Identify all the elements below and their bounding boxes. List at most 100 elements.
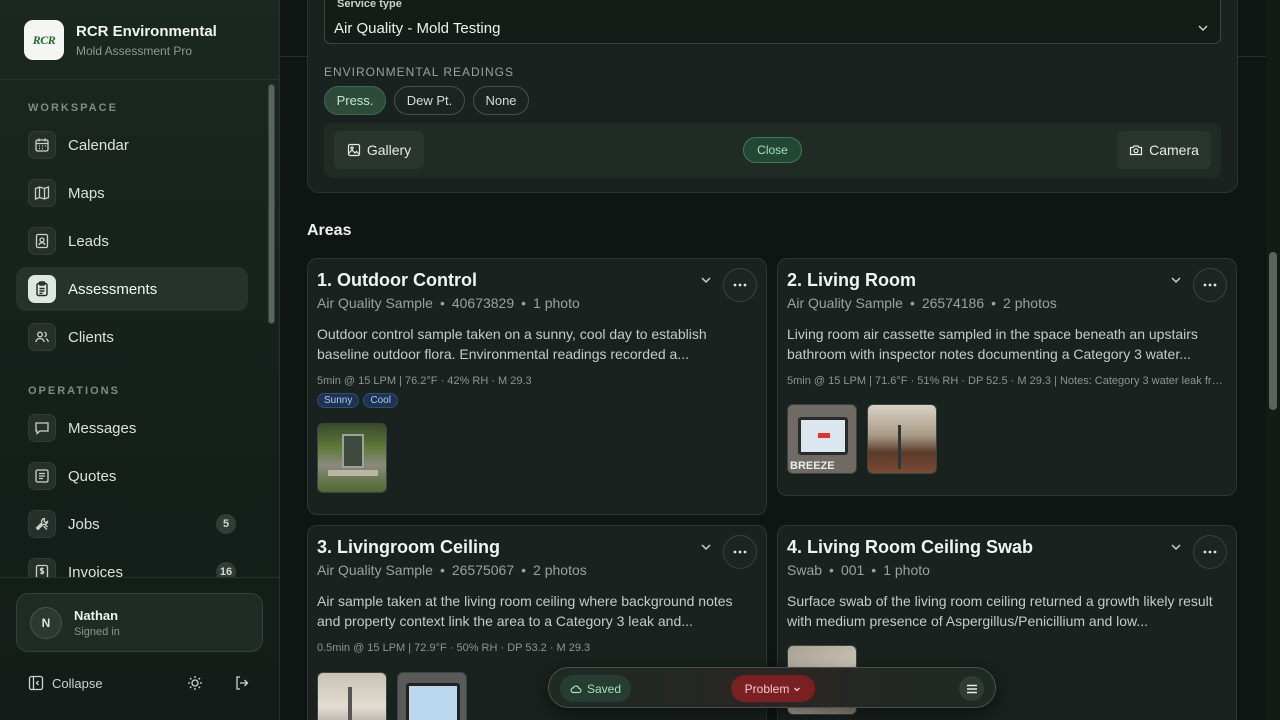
area-card[interactable]: 2. Living Room Air Quality Sample • 265741… <box>777 258 1237 496</box>
user-name: Nathan <box>74 607 119 623</box>
tag: Cool <box>363 393 398 408</box>
sidebar-item-quotes[interactable]: Quotes <box>16 454 248 498</box>
chevron-down-icon[interactable] <box>699 273 713 287</box>
user-status: Signed in <box>74 625 120 638</box>
chip-pressure[interactable]: Press. <box>324 86 386 115</box>
receipt-icon <box>28 462 56 490</box>
area-meta: Swab • 001 • 1 photo <box>787 562 930 578</box>
more-options-button[interactable] <box>723 535 757 569</box>
ellipsis-icon <box>733 283 747 287</box>
area-tags: Sunny Cool <box>317 393 402 408</box>
chevron-down-icon <box>794 687 801 691</box>
sidebar-item-label: Clients <box>68 328 114 346</box>
map-icon <box>28 179 56 207</box>
area-title: 4. Living Room Ceiling Swab <box>787 537 1034 557</box>
service-type-select[interactable]: Service type Air Quality - Mold Testing <box>324 0 1221 44</box>
area-meta: Air Quality Sample • 40673829 • 1 photo <box>317 295 580 311</box>
saved-status-pill: Saved <box>560 675 631 702</box>
invoices-count-badge: 16 <box>216 562 236 577</box>
sidebar-item-label: Quotes <box>68 467 117 485</box>
sidebar-item-label: Calendar <box>68 136 129 154</box>
sidebar: RCR RCR Environmental Mold Assessment Pr… <box>0 0 280 720</box>
service-type-value: Air Quality - Mold Testing <box>334 20 501 37</box>
area-description: Air sample taken at the living room ceil… <box>317 593 733 629</box>
contact-card-icon <box>28 227 56 255</box>
saved-label: Saved <box>586 681 622 696</box>
area-photo-thumbnail[interactable] <box>317 672 387 720</box>
photo-count: 1 photo <box>883 562 930 578</box>
chip-dew-point[interactable]: Dew Pt. <box>394 86 465 115</box>
sign-out-button[interactable] <box>234 675 252 693</box>
area-photo-thumbnail[interactable] <box>317 423 387 493</box>
areas-heading: Areas <box>307 222 352 239</box>
camera-icon <box>1129 145 1143 156</box>
ellipsis-icon <box>1203 283 1217 287</box>
floating-status-bar: Saved Problem <box>548 667 996 708</box>
service-type-label: Service type <box>337 0 402 10</box>
area-card[interactable]: 1. Outdoor Control Air Quality Sample • 40… <box>307 258 767 515</box>
invoice-icon <box>28 558 56 577</box>
sidebar-item-clients[interactable]: Clients <box>16 315 248 359</box>
close-button[interactable]: Close <box>743 137 802 163</box>
theme-toggle-button[interactable] <box>187 675 205 693</box>
sidebar-item-label: Invoices <box>68 563 124 578</box>
sidebar-item-messages[interactable]: Messages <box>16 406 248 450</box>
brand-subtitle: Mold Assessment Pro <box>76 43 193 58</box>
brand-logo: RCR <box>24 20 64 60</box>
sidebar-item-maps[interactable]: Maps <box>16 171 248 215</box>
section-title-operations: OPERATIONS <box>28 385 120 397</box>
problem-label: Problem <box>744 681 790 696</box>
area-readings: 5min @ 15 LPM | 71.6°F · 51% RH · DP 52.… <box>787 375 1227 387</box>
sidebar-nav: WORKSPACE Calendar Maps Leads Assessment… <box>0 80 266 577</box>
area-readings: 0.5min @ 15 LPM | 72.9°F · 50% RH · DP 5… <box>317 642 591 654</box>
gallery-label: Gallery <box>366 142 412 158</box>
main-scrollbar-thumb[interactable] <box>1269 252 1277 410</box>
user-card[interactable]: N Nathan Signed in <box>16 593 263 652</box>
chevron-down-icon[interactable] <box>699 540 713 554</box>
calendar-icon <box>28 131 56 159</box>
sample-id: 40673829 <box>451 295 515 311</box>
sample-type: Air Quality Sample <box>787 295 903 311</box>
area-photo-thumbnail[interactable] <box>867 404 937 474</box>
more-options-button[interactable] <box>1193 268 1227 302</box>
chevron-down-icon[interactable] <box>1169 273 1183 287</box>
brand-name: RCR Environmental <box>76 22 217 40</box>
camera-button[interactable]: Camera <box>1117 131 1211 169</box>
sidebar-item-label: Jobs <box>68 515 100 533</box>
sample-id: 001 <box>840 562 865 578</box>
sidebar-item-calendar[interactable]: Calendar <box>16 123 248 167</box>
sidebar-item-jobs[interactable]: Jobs 5 <box>16 502 248 546</box>
problem-dropdown-button[interactable]: Problem <box>731 675 815 702</box>
message-icon <box>28 414 56 442</box>
logout-icon <box>236 676 249 690</box>
collapse-label: Collapse <box>52 675 103 691</box>
sun-icon <box>188 676 202 690</box>
photo-capture-bar: Gallery Close Camera <box>324 123 1221 178</box>
environmental-readings-title: ENVIRONMENTAL READINGS <box>324 65 515 79</box>
camera-label: Camera <box>1149 142 1199 158</box>
more-options-button[interactable] <box>723 268 757 302</box>
chip-none[interactable]: None <box>473 86 529 115</box>
more-options-button[interactable] <box>1193 535 1227 569</box>
gallery-button[interactable]: Gallery <box>334 131 424 169</box>
main-scrollbar[interactable] <box>1266 0 1280 720</box>
menu-button[interactable] <box>959 676 984 701</box>
sample-type: Swab <box>787 562 823 578</box>
sidebar-item-leads[interactable]: Leads <box>16 219 248 263</box>
main-content: Service type Air Quality - Mold Testing … <box>280 0 1266 720</box>
area-photo-thumbnail[interactable]: BREEZE <box>787 404 857 474</box>
area-readings: 5min @ 15 LPM | 76.2°F · 42% RH · M 29.3 <box>317 375 532 387</box>
sidebar-item-assessments[interactable]: Assessments <box>16 267 248 311</box>
area-meta: Air Quality Sample • 26574186 • 2 photos <box>787 295 1057 311</box>
brand[interactable]: RCR RCR Environmental Mold Assessment Pr… <box>24 20 217 60</box>
sidebar-scrollbar-thumb[interactable] <box>268 84 275 324</box>
collapse-button[interactable]: Collapse <box>28 675 103 691</box>
photo-count: 2 photos <box>1003 295 1057 311</box>
sidebar-scrollbar[interactable] <box>266 82 278 576</box>
chevron-down-icon[interactable] <box>1169 540 1183 554</box>
sample-id: 26574186 <box>921 295 985 311</box>
area-description: Surface swab of the living room ceiling … <box>787 593 1213 629</box>
sidebar-item-invoices[interactable]: Invoices 16 <box>16 550 248 577</box>
users-icon <box>28 323 56 351</box>
area-photo-thumbnail[interactable] <box>397 672 467 720</box>
